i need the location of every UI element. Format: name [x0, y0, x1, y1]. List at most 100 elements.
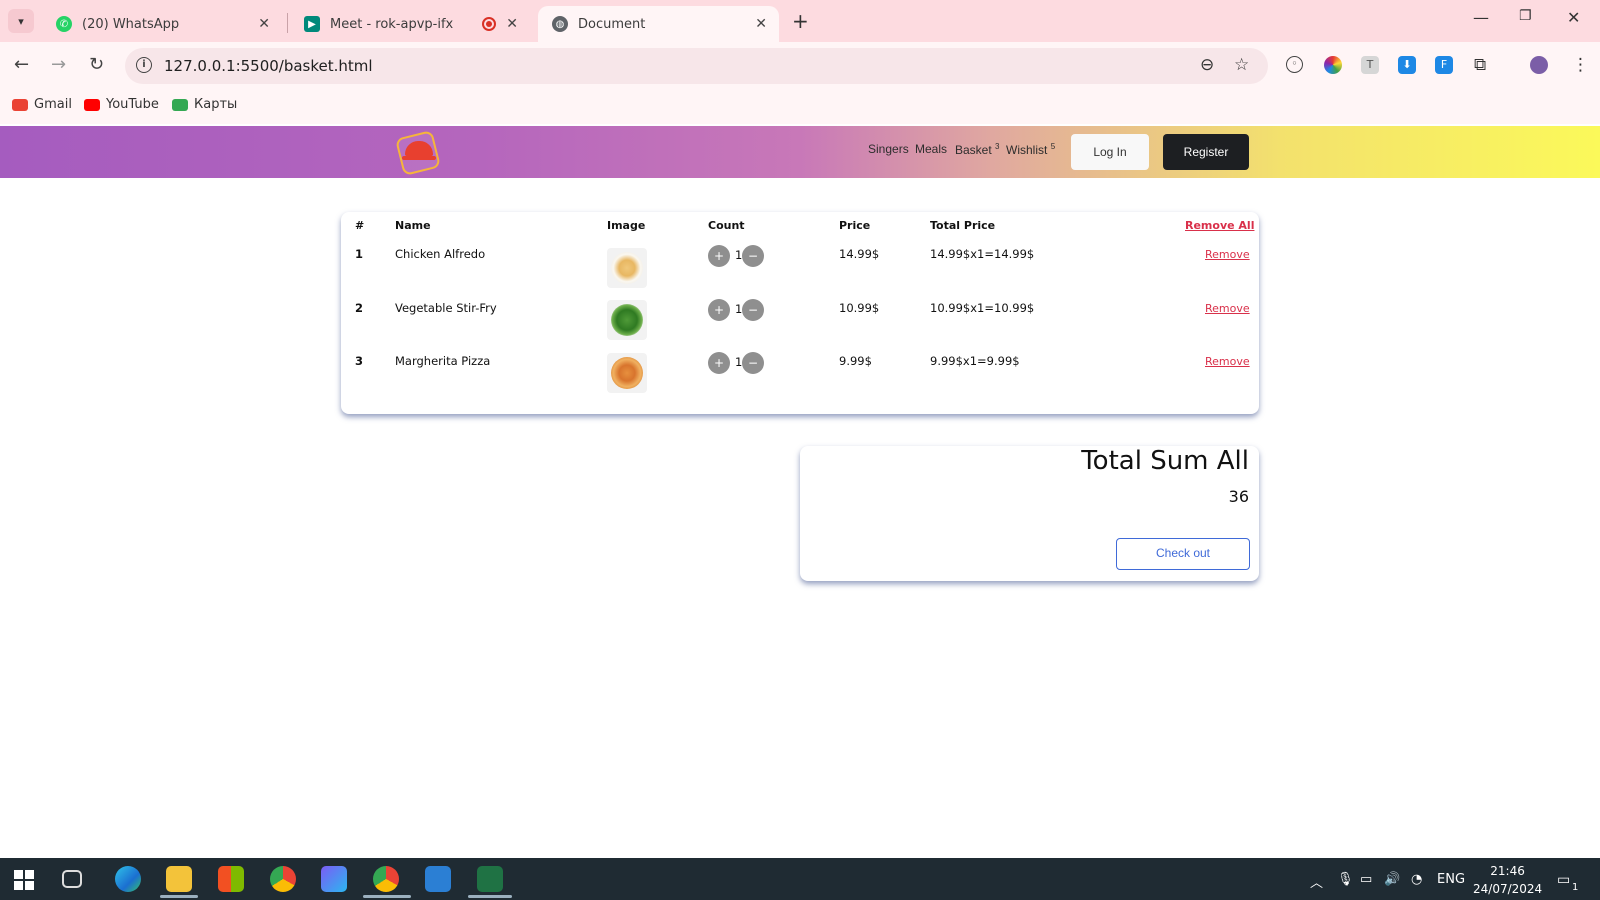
tab-document[interactable]: ◍ Document ✕ [538, 6, 779, 42]
close-tab-icon[interactable]: ✕ [755, 16, 767, 32]
bookmark-label: YouTube [106, 97, 159, 112]
nav-label: Basket [955, 143, 992, 157]
cloche-plate [402, 156, 436, 160]
download-extension-icon[interactable]: ⬇ [1398, 56, 1416, 74]
row-total-price: 9.99$x1=9.99$ [930, 354, 1020, 368]
increase-count-button[interactable]: + [708, 245, 730, 267]
remove-item-button[interactable]: Remove [1205, 355, 1250, 368]
chrome-icon[interactable] [270, 866, 296, 892]
login-button[interactable]: Log In [1071, 134, 1149, 170]
url-text[interactable]: 127.0.0.1:5500/basket.html [164, 57, 373, 75]
decrease-count-button[interactable]: − [742, 352, 764, 374]
wishlist-count-badge: 5 [1050, 142, 1056, 151]
row-index: 1 [355, 247, 364, 261]
row-total-price: 14.99$x1=14.99$ [930, 247, 1035, 261]
decrease-count-button[interactable]: − [742, 299, 764, 321]
tab-title: Document [578, 16, 646, 32]
active-app-indicator [160, 895, 198, 898]
row-name: Vegetable Stir-Fry [395, 301, 497, 315]
microsoft-store-icon[interactable] [218, 866, 244, 892]
bookmark-maps[interactable]: Карты [172, 97, 237, 112]
network-icon[interactable]: ◔ [1411, 872, 1422, 887]
pizza-icon [607, 353, 647, 393]
close-tab-icon[interactable]: ✕ [258, 16, 270, 32]
vscode-icon[interactable] [425, 866, 451, 892]
bookmark-label: Gmail [34, 97, 72, 112]
minimize-icon[interactable]: — [1473, 8, 1489, 27]
vegetable-dish-icon [607, 300, 647, 340]
tab-whatsapp[interactable]: ✆ (20) WhatsApp ✕ [42, 6, 282, 42]
nav-singers[interactable]: Singers [868, 142, 909, 156]
back-arrow-icon[interactable]: ← [14, 54, 29, 75]
register-button[interactable]: Register [1163, 134, 1249, 170]
system-clock[interactable]: 21:46 24/07/2024 [1473, 862, 1542, 898]
tab-search-button[interactable]: ▾ [8, 9, 34, 33]
decrease-count-button[interactable]: − [742, 245, 764, 267]
extension-icon[interactable]: ◦ [1286, 56, 1303, 73]
column-header-name: Name [395, 219, 431, 232]
row-total-price: 10.99$x1=10.99$ [930, 301, 1035, 315]
row-name: Chicken Alfredo [395, 247, 486, 261]
restore-icon[interactable]: ❐ [1519, 8, 1532, 24]
clock-time: 21:46 [1490, 864, 1525, 878]
column-header-count: Count [708, 219, 745, 232]
new-tab-icon[interactable]: + [792, 9, 809, 33]
column-header-index: # [355, 219, 365, 232]
task-view-icon[interactable] [62, 870, 82, 888]
remove-item-button[interactable]: Remove [1205, 248, 1250, 261]
tab-meet[interactable]: ▶ Meet - rok-apvp-ifx ✕ [290, 6, 530, 42]
gmail-icon [12, 98, 28, 111]
remove-item-button[interactable]: Remove [1205, 302, 1250, 315]
windows-start-icon[interactable] [12, 868, 36, 892]
bookmark-youtube[interactable]: YouTube [84, 97, 159, 112]
tab-title: Meet - rok-apvp-ifx [330, 16, 454, 32]
font-extension-icon[interactable]: F [1435, 56, 1453, 74]
color-picker-extension-icon[interactable] [1324, 56, 1342, 74]
forward-arrow-icon[interactable]: → [51, 54, 66, 75]
nav-meals[interactable]: Meals [915, 142, 947, 156]
chrome-profile-icon[interactable] [373, 866, 399, 892]
close-window-icon[interactable]: ✕ [1567, 8, 1580, 27]
text-extension-icon[interactable]: T [1361, 56, 1379, 74]
column-header-total: Total Price [930, 219, 996, 232]
site-info-icon[interactable]: i [136, 57, 152, 73]
globe-icon: ◍ [552, 16, 568, 32]
extensions-puzzle-icon[interactable]: ⧉ [1474, 55, 1486, 75]
browser-menu-icon[interactable]: ⋮ [1572, 55, 1589, 75]
video-editor-icon[interactable] [321, 866, 347, 892]
language-indicator[interactable]: ENG [1437, 872, 1465, 887]
nav-label: Wishlist [1006, 143, 1048, 157]
increase-count-button[interactable]: + [708, 352, 730, 374]
profile-avatar[interactable] [1530, 56, 1548, 74]
tab-divider [287, 13, 288, 33]
youtube-icon [84, 98, 100, 111]
excel-icon[interactable] [477, 866, 503, 892]
bookmark-star-icon[interactable]: ☆ [1234, 55, 1249, 75]
active-app-indicator [363, 895, 411, 898]
recording-icon [482, 17, 496, 31]
site-header [0, 126, 1600, 178]
zoom-icon[interactable]: ⊖ [1200, 55, 1214, 75]
notification-icon[interactable]: ▭ [1557, 872, 1570, 888]
microphone-icon[interactable]: 🎙 [1337, 872, 1354, 887]
checkout-button[interactable]: Check out [1116, 538, 1250, 570]
remove-all-button[interactable]: Remove All [1185, 219, 1254, 232]
maps-icon [172, 98, 188, 111]
volume-icon[interactable]: 🔊 [1384, 872, 1400, 887]
row-index: 2 [355, 301, 364, 315]
edge-browser-icon[interactable] [115, 866, 141, 892]
show-hidden-icons-icon[interactable]: ︿ [1310, 872, 1323, 891]
increase-count-button[interactable]: + [708, 299, 730, 321]
close-tab-icon[interactable]: ✕ [506, 16, 518, 32]
tab-title: (20) WhatsApp [82, 16, 180, 32]
battery-icon[interactable]: ▭ [1360, 872, 1372, 887]
nav-basket[interactable]: Basket 3 [955, 142, 999, 157]
bookmarks-bar [0, 88, 1600, 124]
file-explorer-icon[interactable] [166, 866, 192, 892]
nav-wishlist[interactable]: Wishlist 5 [1006, 142, 1055, 157]
bookmark-gmail[interactable]: Gmail [12, 97, 72, 112]
reload-icon[interactable]: ↻ [89, 54, 104, 75]
basket-count-badge: 3 [995, 142, 1000, 151]
row-price: 9.99$ [839, 354, 872, 368]
total-sum-title: Total Sum All [1081, 446, 1249, 476]
